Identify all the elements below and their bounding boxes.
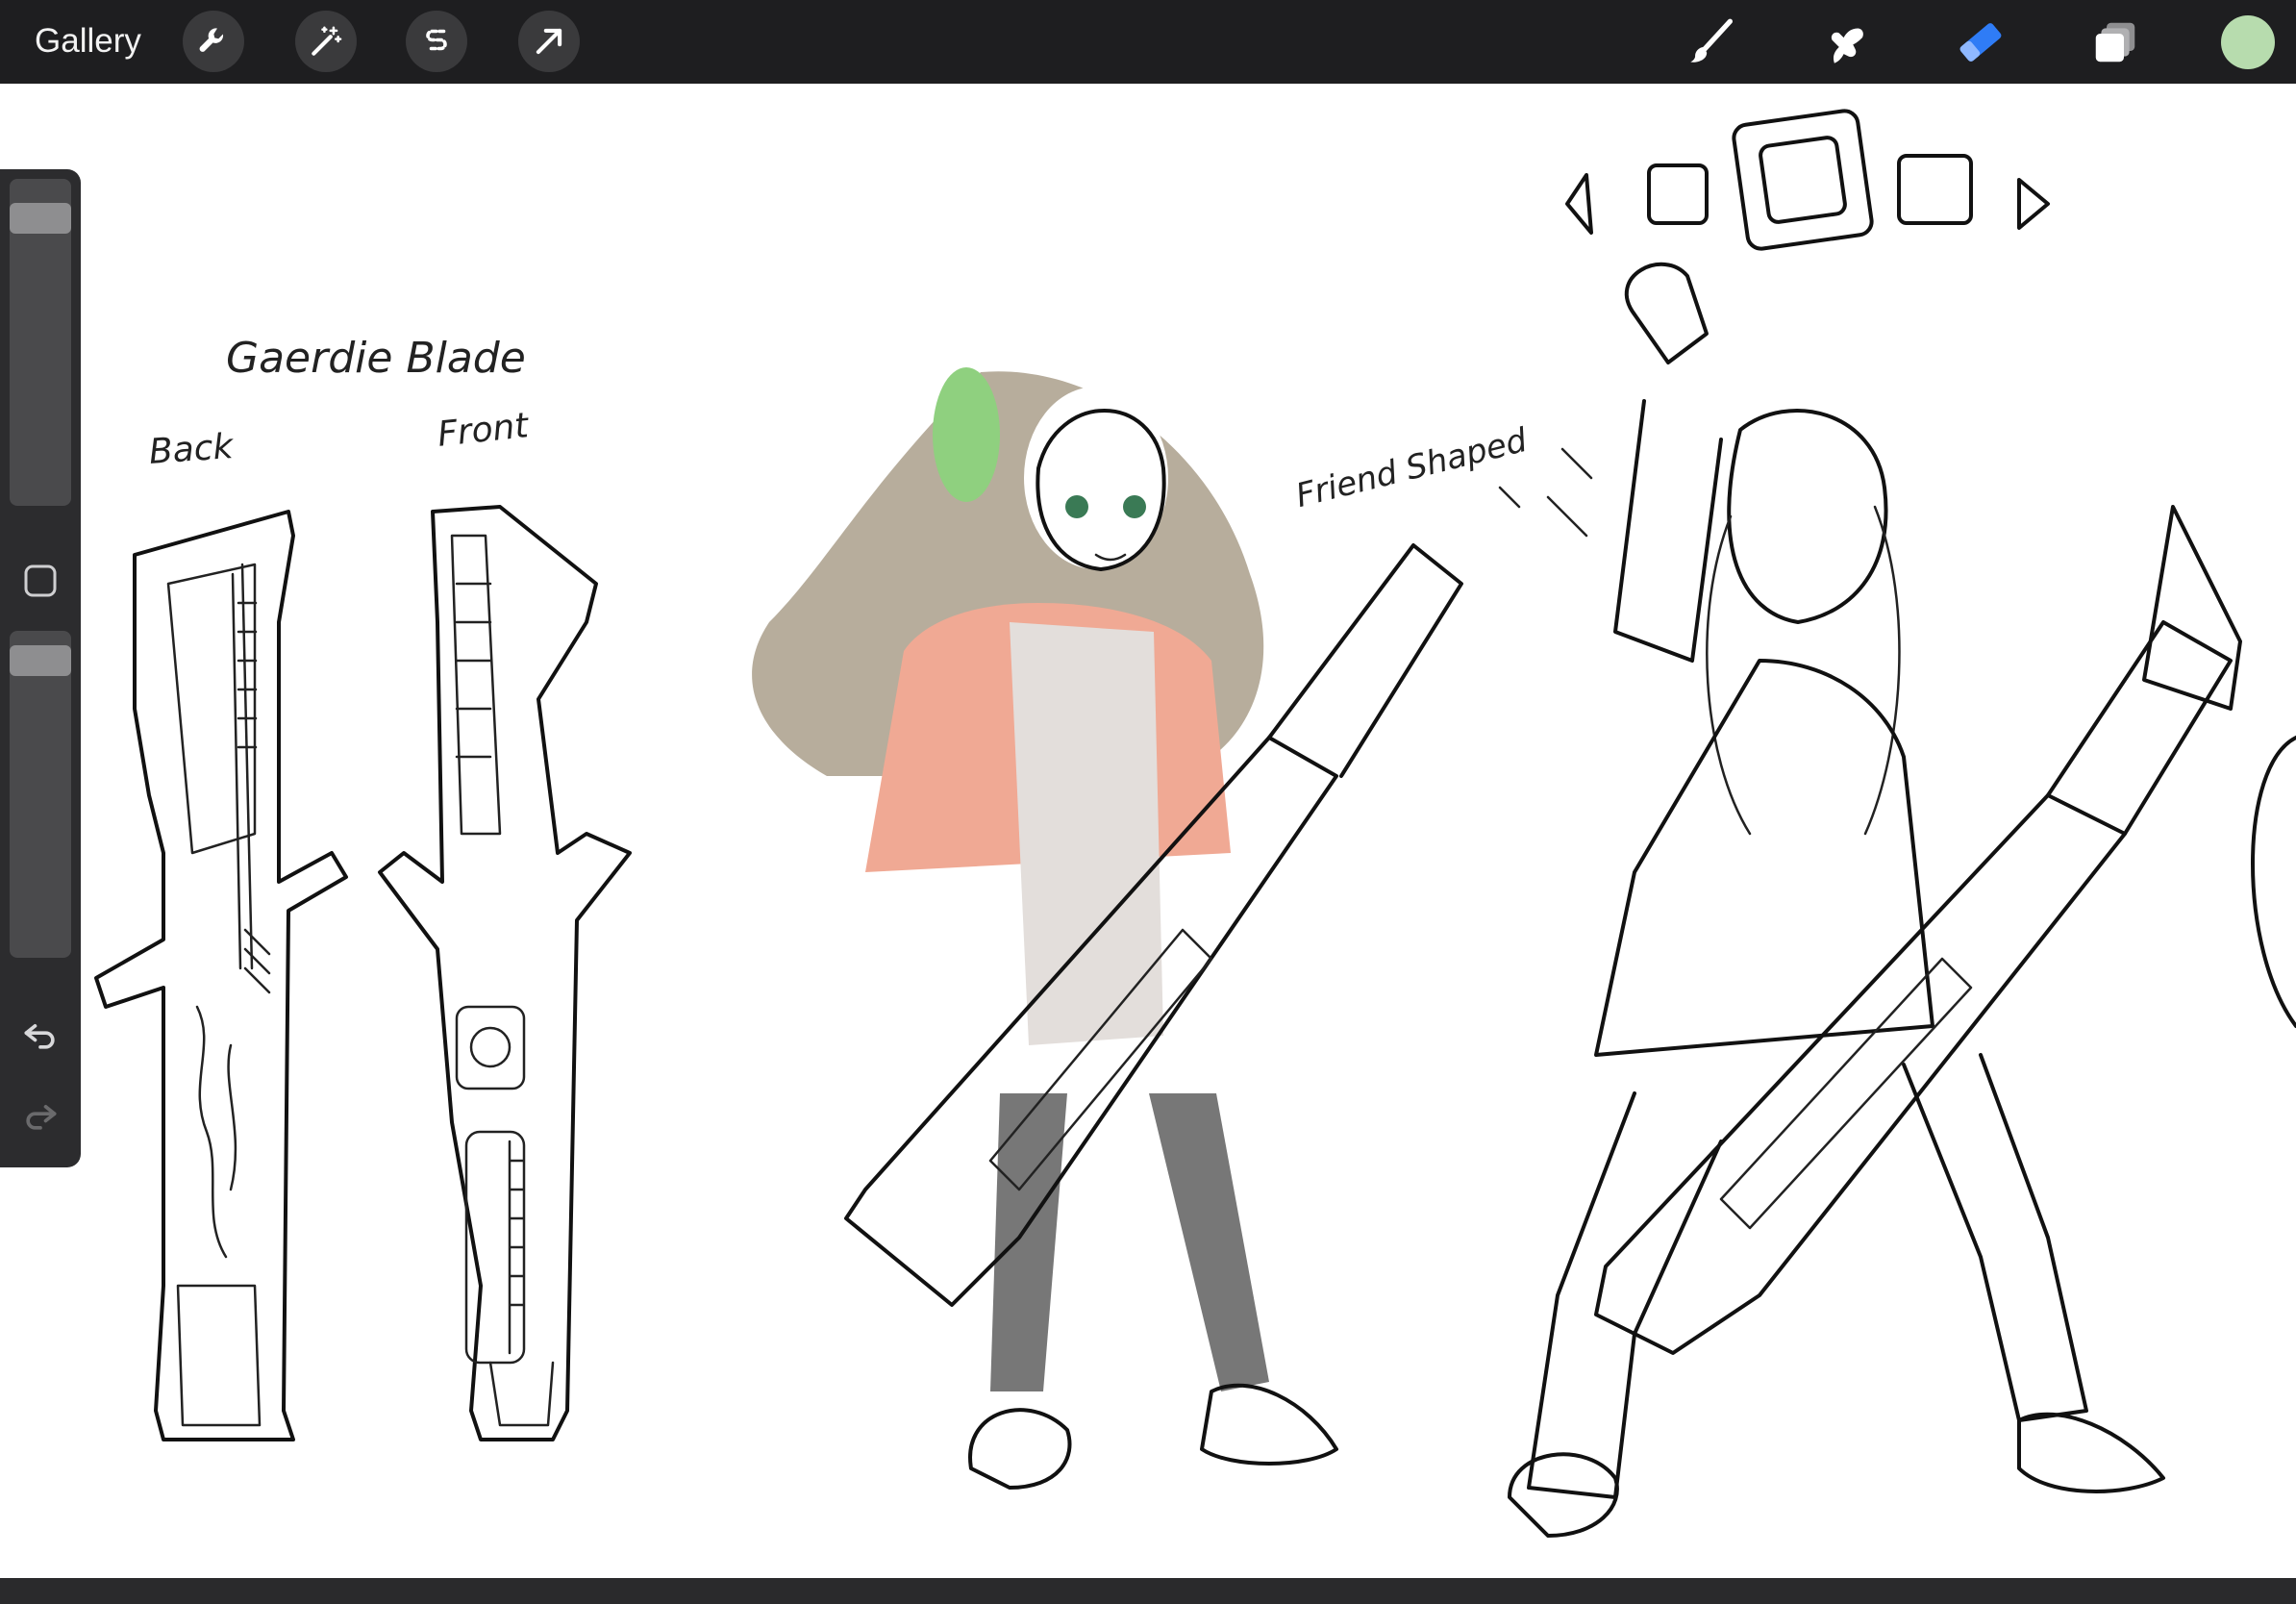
undo-icon <box>24 1024 55 1049</box>
brush-opacity-slider[interactable] <box>10 631 71 958</box>
smudge-button[interactable] <box>1817 13 1875 71</box>
undo-button[interactable] <box>19 1014 62 1056</box>
layers-button[interactable] <box>2086 13 2144 71</box>
brush-size-slider[interactable] <box>10 179 71 506</box>
sword-front-drawing <box>378 505 632 1441</box>
drawing-canvas[interactable]: Gaerdie Blade Back Front Friend Shaped <box>0 84 2296 1578</box>
adjustments-button[interactable] <box>295 11 357 72</box>
brush-icon <box>1690 18 1733 63</box>
left-sidebar <box>0 169 81 1167</box>
gallery-button[interactable]: Gallery <box>35 19 141 63</box>
back-view-label: Back <box>147 427 235 472</box>
canvas-title-text: Gaerdie Blade <box>226 334 526 383</box>
magic-wand-icon <box>312 26 342 56</box>
top-toolbar: Gallery <box>0 0 2296 84</box>
smudge-icon <box>1831 28 1863 63</box>
carousel-sketch-drawing <box>1565 109 2050 251</box>
edge-figure-arc <box>2251 736 2296 1028</box>
brush-button[interactable] <box>1683 13 1740 71</box>
sword-back-drawing <box>94 510 348 1441</box>
eraser-button[interactable] <box>1952 13 2009 71</box>
wrench-icon <box>199 28 224 52</box>
square-modifier-icon <box>24 564 57 597</box>
layers-icon <box>2095 22 2135 63</box>
sketch-artwork <box>94 109 2296 1538</box>
redo-button[interactable] <box>19 1094 62 1137</box>
modifier-button[interactable] <box>23 564 58 598</box>
eraser-icon <box>1959 23 2002 62</box>
bottom-bar <box>0 1578 2296 1604</box>
transform-button[interactable] <box>518 11 580 72</box>
selection-s-icon <box>426 29 447 51</box>
selection-button[interactable] <box>406 11 467 72</box>
girl-lineart-drawing <box>1508 262 2242 1538</box>
girl-colored-drawing <box>752 367 1463 1490</box>
color-picker-button[interactable] <box>2221 15 2275 69</box>
transform-arrow-icon <box>536 28 562 55</box>
brush-opacity-thumb[interactable] <box>10 645 71 676</box>
redo-icon <box>26 1105 57 1130</box>
brush-size-thumb[interactable] <box>10 203 71 234</box>
actions-button[interactable] <box>183 11 244 72</box>
